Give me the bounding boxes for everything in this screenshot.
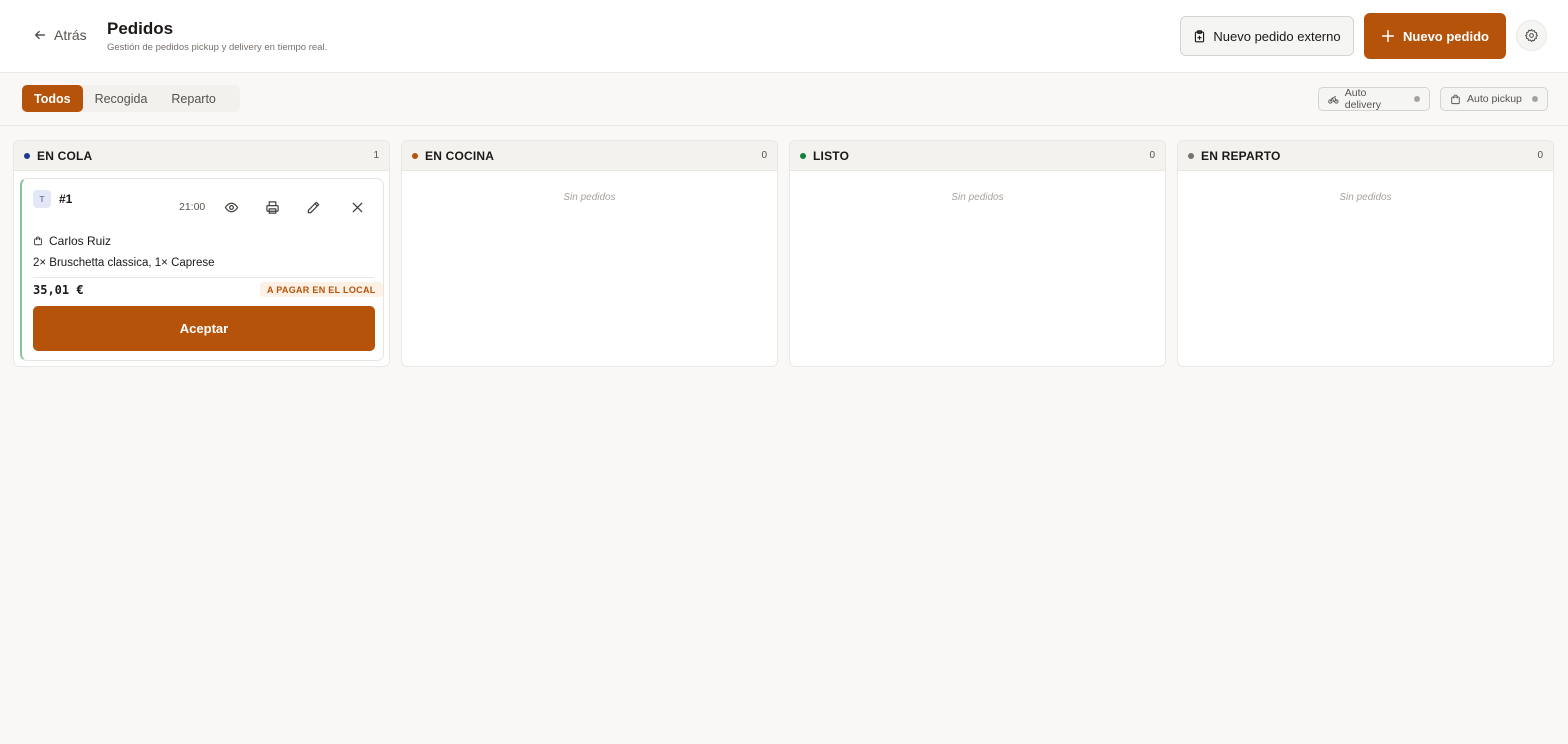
status-dot [800,152,806,159]
print-order-button[interactable] [263,198,281,216]
new-order-button[interactable]: Nuevo pedido [1364,13,1506,59]
auto-delivery-status-dot [1414,96,1421,102]
column-header: LISTO 0 [790,141,1165,171]
auto-delivery-label: Auto delivery [1344,87,1381,111]
close-icon [352,202,362,212]
order-total: 35,01 € [33,283,84,297]
page-title: Pedidos [107,19,174,38]
column-title: EN COLA [37,148,93,163]
column-listo: LISTO 0 Sin pedidos [789,140,1166,367]
order-time: 21:00 [179,201,206,213]
order-type-avatar: T [33,190,51,208]
arrow-left-icon [34,30,46,40]
column-header: EN REPARTO 0 [1178,141,1553,171]
column-header: EN COLA 1 [14,141,389,171]
column-count: 0 [761,150,767,161]
order-type-tabs: Todos Recogida Reparto [22,85,240,112]
status-dot [412,152,418,159]
column-header: EN COCINA 0 [402,141,777,171]
tab-todos[interactable]: Todos [22,85,83,112]
auto-pickup-label: Auto pickup [1467,93,1522,105]
column-title: LISTO [813,148,850,163]
column-en-cola: EN COLA 1 T #1 21:00 Carlos Ruiz 2× Brus… [13,140,390,367]
column-en-reparto: EN REPARTO 0 Sin pedidos [1177,140,1554,367]
view-order-button[interactable] [222,198,240,216]
order-card[interactable]: T #1 21:00 Carlos Ruiz 2× Bruschetta cla… [20,178,384,361]
gear-icon [1525,29,1538,42]
back-link[interactable]: Atrás [33,27,87,43]
column-title: EN COCINA [425,148,495,163]
column-en-cocina: EN COCINA 0 Sin pedidos [401,140,778,367]
status-dot [1188,152,1194,159]
new-external-order-button[interactable]: Nuevo pedido externo [1180,16,1354,56]
clipboard-plus-icon [1195,29,1205,42]
page-header: Atrás Pedidos Gestión de pedidos pickup … [0,0,1568,73]
pickup-bag-icon [34,236,42,246]
column-count: 0 [1537,150,1543,161]
auto-delivery-toggle[interactable]: Auto delivery [1318,87,1430,111]
eye-icon [224,202,238,212]
empty-state: Sin pedidos [563,192,616,203]
accept-order-button[interactable]: Aceptar [33,306,375,351]
column-count: 0 [1149,150,1155,161]
customer-row: Carlos Ruiz [33,234,111,248]
cancel-order-button[interactable] [348,198,366,216]
column-count: 1 [373,150,379,161]
tab-reparto[interactable]: Reparto [159,85,227,112]
new-order-label: Nuevo pedido [1403,28,1489,44]
divider [33,277,374,278]
bike-icon [1328,95,1339,104]
settings-button[interactable] [1516,20,1547,51]
pencil-icon [307,201,319,213]
plus-icon [1381,29,1395,43]
column-title: EN REPARTO [1201,148,1281,163]
status-dot [24,152,30,159]
back-label: Atrás [54,27,87,43]
edit-order-button[interactable] [304,198,322,216]
printer-icon [265,200,279,214]
new-external-order-label: Nuevo pedido externo [1213,28,1341,44]
order-items: 2× Bruschetta classica, 1× Caprese [33,257,215,269]
tab-recogida[interactable]: Recogida [83,85,160,112]
empty-state: Sin pedidos [1339,192,1392,203]
customer-name: Carlos Ruiz [49,234,112,248]
payment-status-badge: A PAGAR EN EL LOCAL [260,282,383,297]
auto-pickup-toggle[interactable]: Auto pickup [1440,87,1548,111]
auto-pickup-status-dot [1531,96,1538,102]
shopping-bag-icon [1451,94,1460,104]
order-number: #1 [59,192,73,206]
empty-state: Sin pedidos [951,192,1004,203]
page-subtitle: Gestión de pedidos pickup y delivery en … [107,42,328,53]
